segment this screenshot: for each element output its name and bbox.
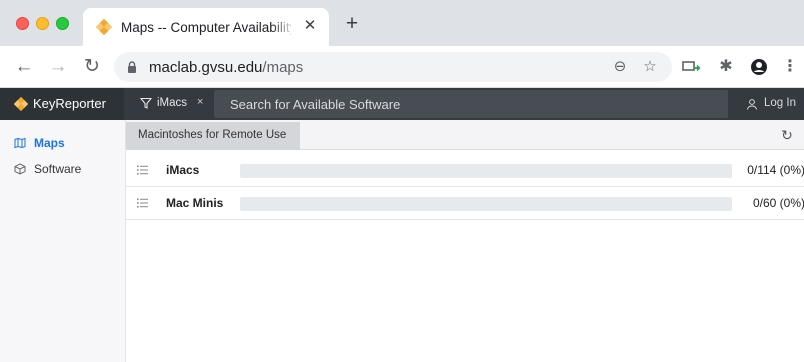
sidebar-item-software[interactable]: Software [14, 161, 124, 177]
app-navbar: KeyReporter iMacs × Search for Available… [0, 88, 804, 120]
window-close-button[interactable] [16, 17, 29, 30]
reload-icon[interactable]: ↻ [80, 55, 104, 79]
tab-title: Maps -- Computer Availability [121, 20, 291, 35]
list-icon [137, 165, 148, 175]
tab-close-icon[interactable]: ✕ [301, 17, 319, 35]
availability-count: 0/60 (0%) [752, 196, 804, 210]
user-icon [747, 99, 757, 110]
zoom-icon[interactable]: ⊖ [610, 57, 630, 77]
availability-list: iMacs 0/114 (0%) Mac Minis 0/60 (0%) [126, 154, 804, 220]
row-name: iMacs [166, 163, 200, 177]
bookmark-star-icon[interactable]: ☆ [640, 57, 660, 77]
browser-tab[interactable]: Maps -- Computer Availability ✕ [83, 8, 329, 46]
filter-remove-icon[interactable]: × [197, 96, 203, 108]
extensions-puzzle-icon[interactable]: ✱ [716, 57, 736, 77]
filter-icon [140, 97, 152, 109]
url-host: maclab.gvsu.edu [149, 59, 263, 76]
tab-strip: Maps -- Computer Availability ✕ + [0, 0, 804, 46]
section-tab-row: Macintoshes for Remote Use ↻ [126, 120, 804, 150]
browser-window: Maps -- Computer Availability ✕ + ← → ↻ … [0, 0, 804, 362]
brand-name: KeyReporter [33, 96, 106, 111]
section-tab-label: Macintoshes for Remote Use [138, 129, 287, 141]
tab-macintoshes-remote[interactable]: Macintoshes for Remote Use [126, 122, 300, 150]
availability-count: 0/114 (0%) [747, 163, 804, 177]
availability-progress-bar [240, 164, 732, 178]
row-name: Mac Minis [166, 196, 224, 210]
profile-avatar-icon[interactable] [750, 58, 768, 76]
keyreporter-logo-icon [14, 97, 28, 111]
url-text: maclab.gvsu.edu/maps [149, 59, 303, 76]
brand[interactable]: KeyReporter [0, 88, 124, 120]
sidebar-item-label: Maps [34, 136, 65, 150]
lock-icon [128, 61, 136, 73]
search-placeholder: Search for Available Software [230, 97, 401, 112]
address-bar[interactable]: maclab.gvsu.edu/maps ⊖ ☆ [114, 52, 672, 82]
availability-progress-bar [240, 197, 732, 211]
forward-arrow-icon[interactable]: → [46, 55, 70, 79]
list-icon [137, 198, 148, 208]
list-item[interactable]: Mac Minis 0/60 (0%) [126, 187, 804, 220]
window-maximize-button[interactable] [56, 17, 69, 30]
package-icon [14, 163, 26, 175]
list-item[interactable]: iMacs 0/114 (0%) [126, 154, 804, 187]
browser-menu-icon[interactable]: ⋮ [780, 57, 800, 77]
cast-extension-icon[interactable] [682, 59, 700, 75]
main-content: Macintoshes for Remote Use ↻ iMacs 0/114… [126, 120, 804, 362]
sidebar-item-maps[interactable]: Maps [14, 135, 124, 151]
login-label: Log In [764, 97, 796, 109]
map-icon [14, 137, 26, 149]
filter-label: iMacs [157, 97, 188, 109]
keyreporter-logo-icon [96, 19, 112, 35]
browser-toolbar: ← → ↻ maclab.gvsu.edu/maps ⊖ ☆ ✱ ⋮ [0, 46, 804, 88]
window-minimize-button[interactable] [36, 17, 49, 30]
sidebar: Maps Software [0, 120, 126, 362]
software-search-input[interactable]: Search for Available Software [214, 90, 728, 118]
url-path: /maps [262, 59, 304, 76]
refresh-icon[interactable]: ↻ [776, 124, 798, 146]
sidebar-item-label: Software [34, 162, 82, 176]
new-tab-button[interactable]: + [342, 13, 362, 34]
tab-title-fade [271, 14, 295, 40]
back-arrow-icon[interactable]: ← [12, 55, 36, 79]
